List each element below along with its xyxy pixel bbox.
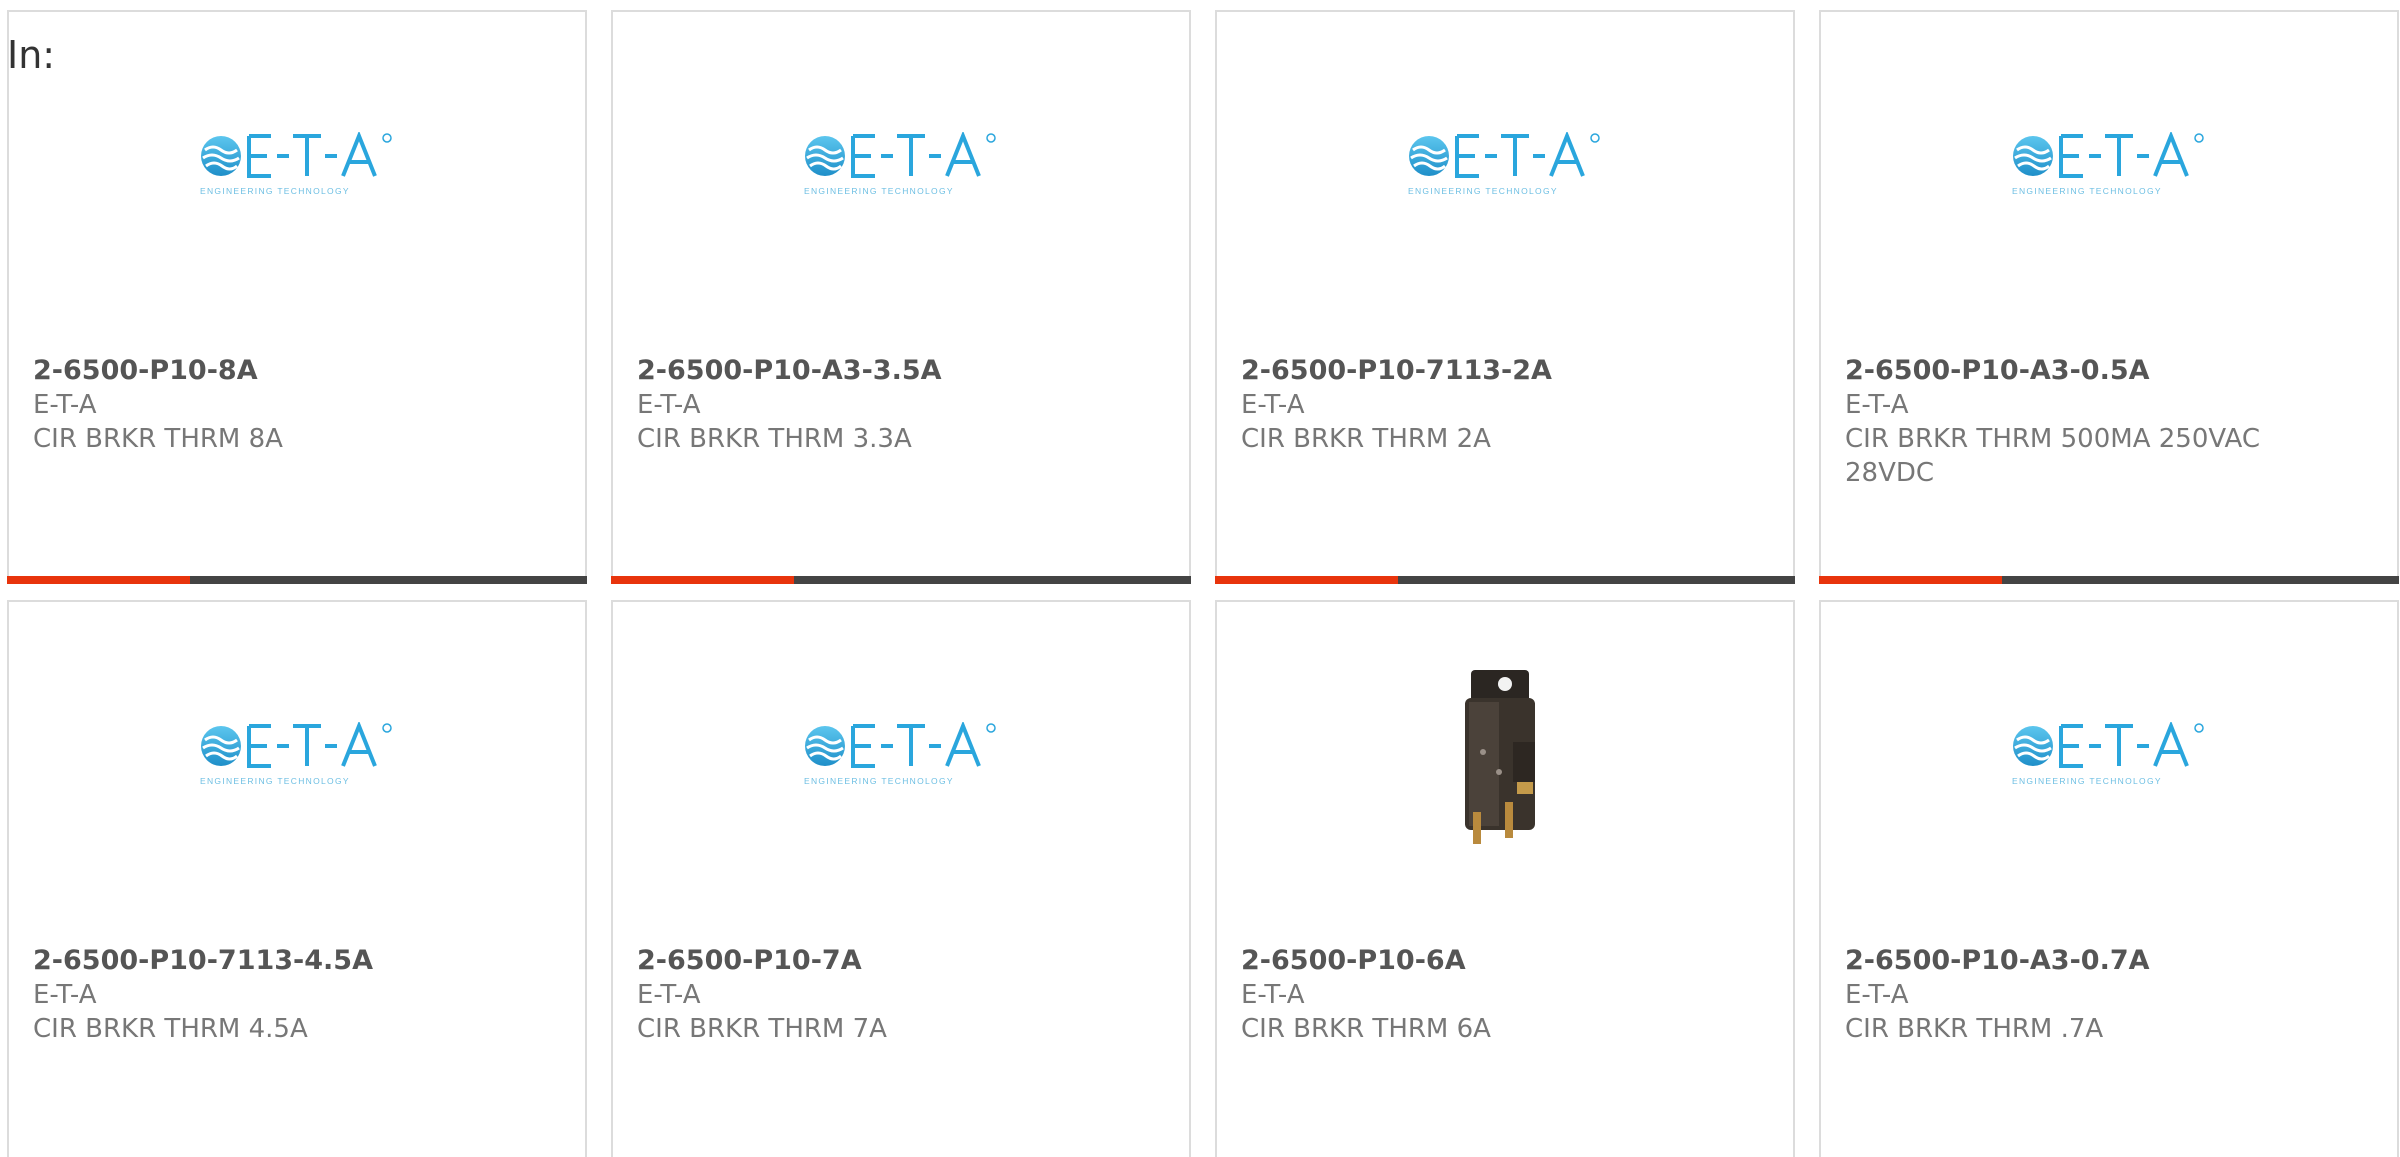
product-image[interactable] bbox=[1217, 662, 1793, 852]
manufacturer-name: E-T-A bbox=[33, 390, 97, 420]
part-number-link[interactable]: 2-6500-P10-7A bbox=[637, 944, 1149, 978]
product-description: CIR BRKR THRM 4.5A bbox=[33, 1014, 308, 1044]
product-info: 2-6500-P10-A3-0.5A E-T-A CIR BRKR THRM 500… bbox=[1845, 354, 2357, 490]
card-accent-strip bbox=[611, 576, 794, 584]
product-card[interactable]: ENGINEERING TECHNOLOGY 2-6500-P10-7A E-T-… bbox=[611, 600, 1191, 1157]
brand-logo: ENGINEERING TECHNOLOGY bbox=[1405, 132, 1605, 202]
brand-logo: ENGINEERING TECHNOLOGY bbox=[197, 722, 397, 792]
eta-logo-icon: ENGINEERING TECHNOLOGY bbox=[200, 132, 392, 196]
manufacturer-name: E-T-A bbox=[1241, 390, 1305, 420]
manufacturer-name: E-T-A bbox=[1241, 980, 1305, 1010]
card-bottom-bar bbox=[1215, 576, 1795, 584]
logo-tagline: ENGINEERING TECHNOLOGY bbox=[804, 776, 954, 786]
logo-tagline: ENGINEERING TECHNOLOGY bbox=[2012, 186, 2162, 196]
product-description: CIR BRKR THRM 500MA 250VAC 28VDC bbox=[1845, 424, 2260, 488]
product-grid: ENGINEERING TECHNOLOGY 2-6500-P10-8A E-T-… bbox=[7, 10, 2400, 1157]
card-accent-strip bbox=[7, 576, 190, 584]
logo-tagline: ENGINEERING TECHNOLOGY bbox=[804, 186, 954, 196]
product-info: 2-6500-P10-7113-2A E-T-A CIR BRKR THRM 2A bbox=[1241, 354, 1753, 456]
product-card[interactable]: ENGINEERING TECHNOLOGY 2-6500-P10-8A E-T-… bbox=[7, 10, 587, 584]
card-accent-strip bbox=[1215, 576, 1398, 584]
product-image[interactable]: ENGINEERING TECHNOLOGY bbox=[1217, 132, 1793, 232]
product-image[interactable]: ENGINEERING TECHNOLOGY bbox=[613, 722, 1189, 822]
part-number-link[interactable]: 2-6500-P10-8A bbox=[33, 354, 545, 388]
product-card[interactable]: 2-6500-P10-6A E-T-A CIR BRKR THRM 6A bbox=[1215, 600, 1795, 1157]
part-number-link[interactable]: 2-6500-P10-A3-0.5A bbox=[1845, 354, 2357, 388]
product-info: 2-6500-P10-7113-4.5A E-T-A CIR BRKR THRM 4… bbox=[33, 944, 545, 1046]
product-description: CIR BRKR THRM 8A bbox=[33, 424, 283, 454]
product-card[interactable]: ENGINEERING TECHNOLOGY 2-6500-P10-7113-2… bbox=[1215, 10, 1795, 584]
brand-logo: ENGINEERING TECHNOLOGY bbox=[2009, 722, 2209, 792]
eta-logo-icon: ENGINEERING TECHNOLOGY bbox=[804, 722, 996, 786]
eta-logo-icon: ENGINEERING TECHNOLOGY bbox=[2012, 722, 2204, 786]
product-description: CIR BRKR THRM 3.3A bbox=[637, 424, 912, 454]
part-number-link[interactable]: 2-6500-P10-A3-0.7A bbox=[1845, 944, 2357, 978]
product-info: 2-6500-P10-6A E-T-A CIR BRKR THRM 6A bbox=[1241, 944, 1753, 1046]
manufacturer-name: E-T-A bbox=[33, 980, 97, 1010]
card-accent-strip bbox=[1819, 576, 2002, 584]
product-image[interactable]: ENGINEERING TECHNOLOGY bbox=[1821, 722, 2397, 822]
card-bottom-bar bbox=[1819, 576, 2399, 584]
logo-tagline: ENGINEERING TECHNOLOGY bbox=[2012, 776, 2162, 786]
product-card[interactable]: ENGINEERING TECHNOLOGY 2-6500-P10-A3-0.7… bbox=[1819, 600, 2399, 1157]
product-info: 2-6500-P10-A3-0.7A E-T-A CIR BRKR THRM .7A bbox=[1845, 944, 2357, 1046]
logo-tagline: ENGINEERING TECHNOLOGY bbox=[200, 776, 350, 786]
part-number-link[interactable]: 2-6500-P10-6A bbox=[1241, 944, 1753, 978]
manufacturer-name: E-T-A bbox=[1845, 390, 1909, 420]
eta-logo-icon: ENGINEERING TECHNOLOGY bbox=[2012, 132, 2204, 196]
eta-logo-icon: ENGINEERING TECHNOLOGY bbox=[200, 722, 392, 786]
eta-logo-icon: ENGINEERING TECHNOLOGY bbox=[1408, 132, 1600, 196]
product-info: 2-6500-P10-A3-3.5A E-T-A CIR BRKR THRM 3.3… bbox=[637, 354, 1149, 456]
product-image[interactable]: ENGINEERING TECHNOLOGY bbox=[9, 132, 585, 232]
product-image[interactable]: ENGINEERING TECHNOLOGY bbox=[1821, 132, 2397, 232]
part-number-link[interactable]: 2-6500-P10-A3-3.5A bbox=[637, 354, 1149, 388]
manufacturer-name: E-T-A bbox=[1845, 980, 1909, 1010]
product-description: CIR BRKR THRM .7A bbox=[1845, 1014, 2104, 1044]
brand-logo: ENGINEERING TECHNOLOGY bbox=[801, 132, 1001, 202]
eta-logo-icon: ENGINEERING TECHNOLOGY bbox=[804, 132, 996, 196]
product-card[interactable]: ENGINEERING TECHNOLOGY 2-6500-P10-A3-0.5… bbox=[1819, 10, 2399, 584]
brand-logo: ENGINEERING TECHNOLOGY bbox=[2009, 132, 2209, 202]
manufacturer-name: E-T-A bbox=[637, 980, 701, 1010]
page: In: ENGINEERING TECHNOLOGY 2-6500-P10-8A… bbox=[0, 0, 2400, 1157]
logo-tagline: ENGINEERING TECHNOLOGY bbox=[200, 186, 350, 196]
card-bottom-bar bbox=[611, 576, 1191, 584]
circuit-breaker-photo-icon bbox=[1405, 662, 1605, 852]
product-card[interactable]: ENGINEERING TECHNOLOGY 2-6500-P10-A3-3.5… bbox=[611, 10, 1191, 584]
product-image[interactable]: ENGINEERING TECHNOLOGY bbox=[613, 132, 1189, 232]
brand-logo: ENGINEERING TECHNOLOGY bbox=[801, 722, 1001, 792]
part-number-link[interactable]: 2-6500-P10-7113-2A bbox=[1241, 354, 1753, 388]
product-card[interactable]: ENGINEERING TECHNOLOGY 2-6500-P10-7113-4… bbox=[7, 600, 587, 1157]
product-info: 2-6500-P10-8A E-T-A CIR BRKR THRM 8A bbox=[33, 354, 545, 456]
card-bottom-bar bbox=[7, 576, 587, 584]
product-description: CIR BRKR THRM 6A bbox=[1241, 1014, 1491, 1044]
product-image[interactable]: ENGINEERING TECHNOLOGY bbox=[9, 722, 585, 822]
part-number-link[interactable]: 2-6500-P10-7113-4.5A bbox=[33, 944, 545, 978]
manufacturer-name: E-T-A bbox=[637, 390, 701, 420]
product-description: CIR BRKR THRM 2A bbox=[1241, 424, 1491, 454]
product-description: CIR BRKR THRM 7A bbox=[637, 1014, 887, 1044]
brand-logo: ENGINEERING TECHNOLOGY bbox=[197, 132, 397, 202]
filter-label: In: bbox=[7, 33, 56, 77]
product-info: 2-6500-P10-7A E-T-A CIR BRKR THRM 7A bbox=[637, 944, 1149, 1046]
logo-tagline: ENGINEERING TECHNOLOGY bbox=[1408, 186, 1558, 196]
